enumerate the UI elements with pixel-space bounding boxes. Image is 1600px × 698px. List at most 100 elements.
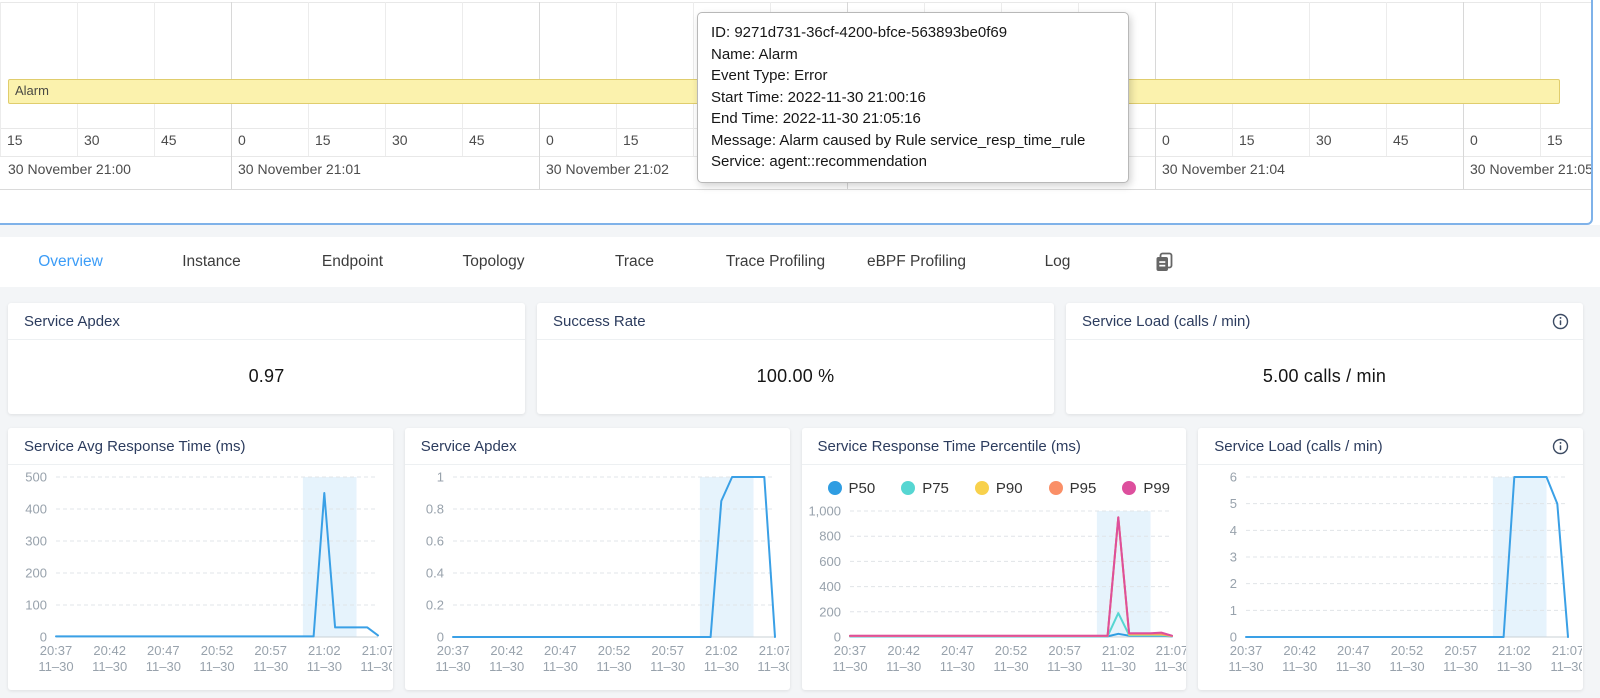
x-tick-date: 11–30 [1100, 659, 1135, 674]
x-tick-time: 20:42 [93, 643, 126, 658]
alarm-highlight-band [700, 477, 754, 637]
legend-dot [1122, 481, 1136, 495]
x-tick-date: 11–30 [1443, 659, 1478, 674]
x-tick-time: 20:42 [490, 643, 523, 658]
timeline-hline [0, 2, 1593, 3]
x-tick-time: 20:52 [994, 643, 1027, 658]
y-tick-label: 0.2 [426, 598, 444, 613]
timeline-tick-label: 30 [84, 132, 100, 148]
x-tick-time: 21:07 [1552, 643, 1582, 658]
legend-label: P95 [1070, 480, 1097, 497]
x-tick-date: 11–30 [757, 659, 789, 674]
y-tick-label: 1,000 [808, 504, 841, 519]
x-tick-date: 11–30 [1497, 659, 1532, 674]
timeline-tick-label: 0 [1162, 132, 1170, 148]
x-tick-date: 11–30 [1336, 659, 1371, 674]
x-tick-date: 11–30 [832, 659, 867, 674]
stat-value: 0.97 [8, 340, 525, 413]
y-tick-label: 200 [25, 566, 47, 581]
tooltip-line: Name: Alarm [711, 44, 1115, 66]
x-tick-time: 20:37 [40, 643, 73, 658]
y-tick-label: 500 [25, 470, 47, 485]
stat-card-success-rate: Success Rate 100.00 % [537, 303, 1054, 414]
chart-svg: 012345620:3711–3020:4211–3020:4711–3020:… [1198, 467, 1582, 681]
card-title: Service Apdex [421, 438, 776, 455]
legend-label: P99 [1143, 480, 1170, 497]
tooltip-line: End Time: 2022-11-30 21:05:16 [711, 108, 1115, 130]
x-tick-time: 20:52 [201, 643, 234, 658]
card-title: Service Avg Response Time (ms) [24, 438, 379, 455]
tooltip-line: Service: agent::recommendation [711, 151, 1115, 173]
tab-endpoint[interactable]: Endpoint [282, 253, 423, 271]
legend-item-p90[interactable]: P90 [975, 480, 1023, 497]
y-tick-label: 300 [25, 534, 47, 549]
x-tick-time: 21:07 [758, 643, 788, 658]
legend-dot [975, 481, 989, 495]
x-tick-date: 11–30 [199, 659, 234, 674]
legend-label: P50 [849, 480, 876, 497]
x-tick-date: 11–30 [939, 659, 974, 674]
chart-card-service-response-time-percentile-ms-: Service Response Time Percentile (ms)P50… [802, 428, 1187, 690]
stat-cards-row: Service Apdex 0.97 Success Rate 100.00 %… [8, 303, 1583, 414]
card-title: Service Load (calls / min) [1082, 313, 1552, 330]
x-tick-time: 20:57 [1445, 643, 1478, 658]
legend-label: P90 [996, 480, 1023, 497]
x-tick-time: 21:02 [1498, 643, 1531, 658]
x-tick-time: 20:57 [254, 643, 287, 658]
x-tick-time: 20:47 [941, 643, 974, 658]
timeline-tick-label: 15 [623, 132, 639, 148]
legend-dot [901, 481, 915, 495]
timeline-date-label: 30 November 21:02 [546, 161, 669, 177]
x-tick-date: 11–30 [1390, 659, 1425, 674]
y-tick-label: 400 [25, 502, 47, 517]
tab-topology[interactable]: Topology [423, 253, 564, 271]
chart-card-service-avg-response-time-ms-: Service Avg Response Time (ms)0100200300… [8, 428, 393, 690]
chart-card-service-apdex: Service Apdex00.20.40.60.8120:3711–3020:… [405, 428, 790, 690]
y-tick-label: 100 [25, 598, 47, 613]
legend-item-p75[interactable]: P75 [901, 480, 949, 497]
legend-item-p95[interactable]: P95 [1049, 480, 1097, 497]
tooltip-line: Event Type: Error [711, 65, 1115, 87]
x-tick-date: 11–30 [596, 659, 631, 674]
chart-cards-row: Service Avg Response Time (ms)0100200300… [8, 428, 1583, 690]
tab-instance[interactable]: Instance [141, 253, 282, 271]
y-tick-label: 5 [1230, 496, 1237, 511]
timeline-tick-label: 45 [469, 132, 485, 148]
x-tick-time: 20:42 [1284, 643, 1317, 658]
x-tick-date: 11–30 [360, 659, 392, 674]
x-tick-date: 11–30 [489, 659, 524, 674]
timeline-tick-label: 15 [315, 132, 331, 148]
tab-trace[interactable]: Trace [564, 253, 705, 271]
x-tick-time: 20:37 [833, 643, 866, 658]
timeline-tick-label: 15 [1239, 132, 1255, 148]
timeline-date-label: 30 November 21:05 [1470, 161, 1593, 177]
copy-docs-icon[interactable] [1128, 251, 1200, 273]
x-tick-date: 11–30 [307, 659, 342, 674]
tab-trace-profiling[interactable]: Trace Profiling [705, 253, 846, 271]
timeline-date-label: 30 November 21:00 [8, 161, 131, 177]
x-tick-date: 11–30 [886, 659, 921, 674]
x-tick-date: 11–30 [650, 659, 685, 674]
tab-overview[interactable]: Overview [0, 253, 141, 271]
x-tick-time: 20:42 [887, 643, 920, 658]
chart-card-service-load-calls-min-: Service Load (calls / min) 012345620:371… [1198, 428, 1583, 690]
tab-ebpf-profiling[interactable]: eBPF Profiling [846, 253, 987, 271]
tab-bar: OverviewInstanceEndpointTopologyTraceTra… [0, 237, 1600, 287]
x-tick-date: 11–30 [993, 659, 1028, 674]
alarm-label: Alarm [15, 83, 49, 98]
x-tick-date: 11–30 [1229, 659, 1264, 674]
y-tick-label: 2 [1230, 576, 1237, 591]
info-icon[interactable] [1552, 313, 1569, 330]
info-icon[interactable] [1552, 438, 1569, 455]
tab-log[interactable]: Log [987, 253, 1128, 271]
card-title: Service Apdex [24, 313, 511, 330]
y-tick-label: 3 [1230, 550, 1237, 565]
x-tick-time: 20:52 [1391, 643, 1424, 658]
legend-dot [828, 481, 842, 495]
legend-item-p99[interactable]: P99 [1122, 480, 1170, 497]
x-tick-time: 21:07 [1155, 643, 1185, 658]
stat-card-service-load: Service Load (calls / min) 5.00 calls / … [1066, 303, 1583, 414]
x-tick-date: 11–30 [1282, 659, 1317, 674]
x-tick-time: 20:47 [147, 643, 180, 658]
legend-item-p50[interactable]: P50 [828, 480, 876, 497]
